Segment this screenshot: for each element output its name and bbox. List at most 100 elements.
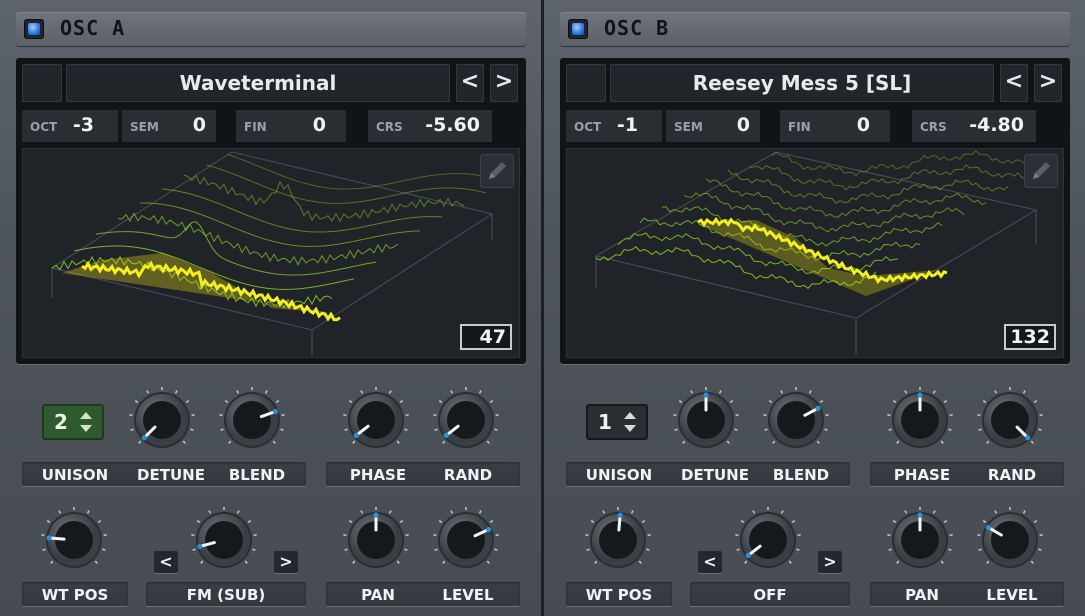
osc-a-level-knob[interactable] <box>432 506 500 574</box>
wave-layer-line <box>771 149 1053 177</box>
wave-layer-line <box>227 154 509 190</box>
osc-a-wt-pos-knob[interactable] <box>40 506 108 574</box>
oct-value: -1 <box>616 114 638 136</box>
osc-a-wavetable-3d-view <box>50 151 509 356</box>
pan-label: PAN <box>361 586 395 604</box>
osc-b-wavetable-display[interactable]: 132 <box>566 148 1064 358</box>
phase-label: PHASE <box>893 466 951 484</box>
osc-a-power-toggle[interactable] <box>24 19 44 39</box>
osc-a-fm-next-button[interactable]: > <box>274 551 298 573</box>
unison-label: UNISON <box>585 466 653 484</box>
osc-a-wavetable-name[interactable]: Waveterminal <box>66 64 450 102</box>
sem-label: SEM <box>674 120 703 134</box>
detune-label: DETUNE <box>681 466 749 484</box>
osc-a-detune-knob[interactable] <box>128 386 196 454</box>
osc-b-title: OSC B <box>604 16 670 40</box>
power-led-icon <box>572 23 584 35</box>
osc-b-fm-knob[interactable] <box>734 506 802 574</box>
osc-b-pan-label-bar: PAN LEVEL <box>870 582 1064 606</box>
osc-b-sem-field[interactable]: SEM 0 <box>666 110 760 142</box>
osc-b-pan-knob[interactable] <box>886 506 954 574</box>
fm-mode-label: OFF <box>753 586 787 604</box>
active-wave-fill <box>698 220 938 296</box>
level-label: LEVEL <box>986 586 1038 604</box>
osc-a-frame-number[interactable]: 47 <box>460 324 512 350</box>
crs-label: CRS <box>920 120 947 134</box>
osc-b-crs-field[interactable]: CRS -4.80 <box>912 110 1036 142</box>
osc-a-wavetable-panel: Waveterminal < > OCT -3 SEM 0 FIN 0 CRS … <box>16 58 526 364</box>
blend-label: BLEND <box>772 466 830 484</box>
osc-b-frame-number[interactable]: 132 <box>1004 324 1056 350</box>
osc-a-oct-field[interactable]: OCT -3 <box>22 110 118 142</box>
oct-label: OCT <box>574 120 602 134</box>
detune-label: DETUNE <box>137 466 205 484</box>
fin-label: FIN <box>244 120 267 134</box>
power-led-icon <box>28 23 40 35</box>
osc-b-fin-field[interactable]: FIN 0 <box>780 110 890 142</box>
oct-label: OCT <box>30 120 58 134</box>
osc-b-wtpos-label-bar: WT POS <box>566 582 672 606</box>
osc-b-phase-knob[interactable] <box>886 386 954 454</box>
osc-b-wavetable-menu-button[interactable] <box>566 64 606 102</box>
osc-a-rand-knob[interactable] <box>432 386 500 454</box>
osc-b-prev-wavetable-button[interactable]: < <box>1000 64 1028 102</box>
up-down-arrows-icon <box>80 412 92 432</box>
osc-a-blend-knob[interactable] <box>218 386 286 454</box>
osc-b-power-toggle[interactable] <box>568 19 588 39</box>
wave-layer-line <box>139 202 421 247</box>
osc-a-pan-knob[interactable] <box>342 506 410 574</box>
osc-b-wt-pos-knob[interactable] <box>584 506 652 574</box>
osc-a-fin-field[interactable]: FIN 0 <box>236 110 346 142</box>
osc-a-fm-knob[interactable] <box>190 506 258 574</box>
oct-value: -3 <box>72 114 94 136</box>
sem-label: SEM <box>130 120 159 134</box>
osc-b-wavetable-panel: Reesey Mess 5 [SL] < > OCT -1 SEM 0 FIN … <box>560 58 1070 364</box>
osc-b-fm-prev-button[interactable]: < <box>698 551 722 573</box>
osc-b-unison-spinner[interactable]: 1 <box>586 404 648 440</box>
osc-b-next-wavetable-button[interactable]: > <box>1034 64 1062 102</box>
osc-b-blend-knob[interactable] <box>762 386 830 454</box>
osc-a-wavetable-menu-button[interactable] <box>22 64 62 102</box>
osc-a-crs-field[interactable]: CRS -5.60 <box>368 110 492 142</box>
osc-b-fm-label-bar[interactable]: OFF <box>690 582 850 606</box>
osc-a-wtpos-label-bar: WT POS <box>22 582 128 606</box>
osc-a-fm-label-bar[interactable]: FM (SUB) <box>146 582 306 606</box>
osc-a-tune-row: OCT -3 SEM 0 FIN 0 CRS -5.60 <box>22 110 520 142</box>
osc-b-fm-next-button[interactable]: > <box>818 551 842 573</box>
wt-box-top <box>594 151 1038 319</box>
osc-a-fm-prev-button[interactable]: < <box>154 551 178 573</box>
osc-a-prev-wavetable-button[interactable]: < <box>456 64 484 102</box>
level-label: LEVEL <box>442 586 494 604</box>
osc-a-phase-label-bar: PHASE RAND <box>326 462 520 486</box>
fin-value: 0 <box>856 114 870 136</box>
sem-value: 0 <box>192 114 206 136</box>
osc-a-unison-label-bar: UNISON DETUNE BLEND <box>22 462 306 486</box>
osc-b-level-knob[interactable] <box>976 506 1044 574</box>
sem-value: 0 <box>736 114 750 136</box>
osc-b-phase-label-bar: PHASE RAND <box>870 462 1064 486</box>
up-down-arrows-icon <box>624 412 636 432</box>
osc-a-title: OSC A <box>60 16 126 40</box>
osc-b-detune-knob[interactable] <box>672 386 740 454</box>
blend-label: BLEND <box>228 466 286 484</box>
osc-a-phase-knob[interactable] <box>342 386 410 454</box>
osc-a-sem-field[interactable]: SEM 0 <box>122 110 216 142</box>
wt-pos-label: WT POS <box>585 586 653 604</box>
edit-pencil-icon[interactable] <box>1024 154 1058 188</box>
osc-b-rand-knob[interactable] <box>976 386 1044 454</box>
fin-label: FIN <box>788 120 811 134</box>
osc-b-oct-field[interactable]: OCT -1 <box>566 110 662 142</box>
phase-label: PHASE <box>349 466 407 484</box>
osc-a-next-wavetable-button[interactable]: > <box>490 64 518 102</box>
pan-label: PAN <box>905 586 939 604</box>
unison-label: UNISON <box>41 466 109 484</box>
edit-pencil-icon[interactable] <box>480 154 514 188</box>
unison-value: 2 <box>54 410 68 434</box>
osc-b-wavetable-name[interactable]: Reesey Mess 5 [SL] <box>610 64 994 102</box>
rand-label: RAND <box>443 466 493 484</box>
fin-value: 0 <box>312 114 326 136</box>
osc-b-tune-row: OCT -1 SEM 0 FIN 0 CRS -4.80 <box>566 110 1064 142</box>
osc-a-wavetable-display[interactable]: 47 <box>22 148 520 358</box>
osc-a-unison-spinner[interactable]: 2 <box>42 404 104 440</box>
unison-value: 1 <box>598 410 612 434</box>
